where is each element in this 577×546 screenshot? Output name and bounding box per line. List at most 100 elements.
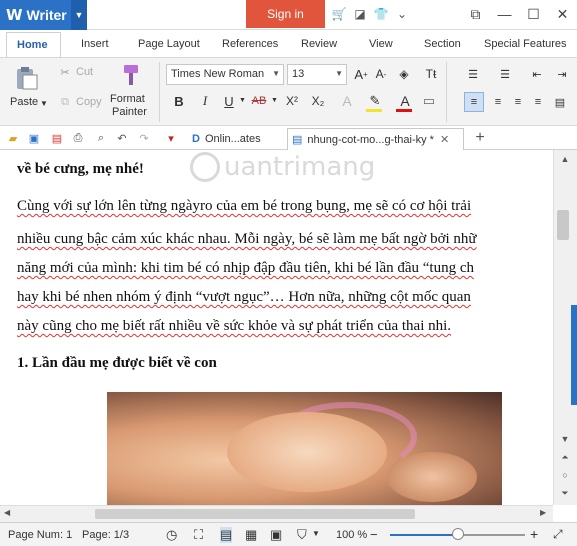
select-browse-object-icon[interactable]: ○ xyxy=(558,468,572,482)
web-view-icon[interactable]: ▣ xyxy=(270,527,282,543)
close-button[interactable]: ✕ xyxy=(548,0,577,28)
tab-special-features[interactable]: Special Features xyxy=(484,38,567,50)
prev-page-icon[interactable]: ⏶ xyxy=(558,450,572,464)
section-heading[interactable]: 1. Lần đầu mẹ được biết về con xyxy=(17,355,217,372)
align-left-button[interactable]: ≡ xyxy=(464,92,484,112)
decrease-indent-icon[interactable]: ⇤ xyxy=(528,65,546,83)
case-change-icon[interactable]: Tŧ xyxy=(421,65,441,83)
justify-button[interactable]: ≡ xyxy=(528,92,548,112)
minimize-button[interactable]: — xyxy=(490,0,519,28)
cut-icon[interactable]: ✂ xyxy=(57,64,73,80)
numbering-icon[interactable]: ☰ xyxy=(496,65,514,83)
newborn-photo[interactable] xyxy=(107,392,502,505)
scroll-thumb[interactable] xyxy=(557,210,569,240)
page-num-indicator[interactable]: Page Num: 1 xyxy=(8,529,72,541)
customize-quick-access-icon[interactable]: ▾ xyxy=(163,130,179,146)
fit-to-window-icon[interactable]: ⤢ xyxy=(553,527,563,542)
doc-tab-templates[interactable]: D Onlin...ates xyxy=(188,128,283,150)
bold-button[interactable]: B xyxy=(170,92,188,110)
skin-icon[interactable]: ◪ xyxy=(351,5,369,23)
chevron-down-icon[interactable]: ▼ xyxy=(312,529,320,538)
save-icon[interactable]: ▣ xyxy=(26,130,42,146)
shirt-icon[interactable]: 👕 xyxy=(372,5,390,23)
chevron-down-icon[interactable]: ▼ xyxy=(71,0,87,30)
char-border-icon[interactable]: ▭ xyxy=(420,92,438,110)
font-size-select[interactable]: 13 ▼ xyxy=(287,64,347,85)
doc-line[interactable]: nhiều cung bậc cảm xúc khác nhau. Mỗi ng… xyxy=(17,231,477,248)
clear-format-icon[interactable]: ◈ xyxy=(395,65,413,83)
subscript-button[interactable]: X₂ xyxy=(307,92,329,110)
doc-line[interactable]: hay khi bé nhen nhóm ý định “vượt ngục”…… xyxy=(17,289,471,306)
undo-icon[interactable]: ↶ xyxy=(114,130,130,146)
align-center-button[interactable]: ≡ xyxy=(488,92,508,112)
doc-line[interactable]: Cùng với sự lớn lên từng ngàyro của em b… xyxy=(17,198,471,215)
shrink-font-icon[interactable]: A- xyxy=(372,65,390,83)
zoom-in-icon[interactable]: + xyxy=(530,526,538,542)
revision-icon[interactable]: ◷ xyxy=(166,527,177,543)
paste-icon[interactable] xyxy=(12,64,40,92)
copy-icon[interactable]: ⧉ xyxy=(57,94,73,110)
chevron-down-icon[interactable]: ▼ xyxy=(239,97,246,104)
copy-label[interactable]: Copy xyxy=(76,96,102,108)
doc-tab-active[interactable]: ▤ nhung-cot-mo...g-thai-ky * ✕ xyxy=(287,128,464,150)
scroll-down-icon[interactable]: ▼ xyxy=(558,432,572,446)
app-menu-button[interactable]: W Writer ▼ xyxy=(0,0,87,30)
increase-indent-icon[interactable]: ⇥ xyxy=(553,65,571,83)
format-painter-label-1[interactable]: Format xyxy=(110,93,145,105)
sign-in-button[interactable]: Sign in xyxy=(246,0,325,28)
page-count-indicator[interactable]: Page: 1/3 xyxy=(82,529,129,541)
font-color-icon[interactable]: A xyxy=(396,92,414,110)
tab-page-layout[interactable]: Page Layout xyxy=(138,38,200,50)
zoom-level[interactable]: 100 % xyxy=(336,529,367,541)
tab-section[interactable]: Section xyxy=(424,38,461,50)
grow-font-icon[interactable]: A + xyxy=(352,65,370,83)
bullets-icon[interactable]: ☰ xyxy=(464,65,482,83)
distributed-button[interactable]: ▤ xyxy=(550,92,570,112)
italic-button[interactable]: I xyxy=(196,92,214,110)
export-pdf-icon[interactable]: ▤ xyxy=(49,130,65,146)
maximize-button[interactable]: ☐ xyxy=(519,0,548,28)
scroll-left-icon[interactable]: ◀ xyxy=(4,508,10,517)
tab-home[interactable]: Home xyxy=(6,32,61,57)
align-right-button[interactable]: ≡ xyxy=(508,92,528,112)
vertical-scrollbar[interactable]: ▲ ▼ ⏶ ○ ⏷ xyxy=(553,150,577,505)
format-painter-label-2[interactable]: Painter xyxy=(112,106,147,118)
tab-references[interactable]: References xyxy=(222,38,278,50)
open-folder-icon[interactable]: ▰ xyxy=(5,130,21,146)
horizontal-scrollbar[interactable]: ◀ ▶ xyxy=(0,505,553,522)
close-tab-icon[interactable]: ✕ xyxy=(440,133,449,146)
outline-view-icon[interactable]: ▦ xyxy=(245,527,257,543)
tab-review[interactable]: Review xyxy=(301,38,337,50)
hscroll-thumb[interactable] xyxy=(95,509,415,519)
doc-line[interactable]: năng mới của mình: khi tim bé có nhịp đậ… xyxy=(17,260,474,277)
reading-mode-icon[interactable]: ⛉ xyxy=(297,527,307,543)
full-screen-icon[interactable]: ⛶ xyxy=(194,527,203,543)
doc-line[interactable]: về bé cưng, mẹ nhé! xyxy=(17,161,144,178)
highlight-icon[interactable]: ✎ xyxy=(366,92,384,110)
format-painter-icon[interactable] xyxy=(114,62,142,90)
cart-icon[interactable]: 🛒 xyxy=(330,5,348,23)
underline-button[interactable]: U xyxy=(220,92,238,110)
scroll-up-icon[interactable]: ▲ xyxy=(558,152,572,166)
text-effect-icon[interactable]: A xyxy=(338,92,356,110)
tab-insert[interactable]: Insert xyxy=(81,38,109,50)
restore-layout-icon[interactable]: ⧉ xyxy=(461,0,490,28)
zoom-out-icon[interactable]: − xyxy=(370,527,378,542)
document-canvas[interactable]: uantrimang về bé cưng, mẹ nhé! Cùng với … xyxy=(0,150,553,505)
paste-label[interactable]: Paste xyxy=(10,96,38,108)
strikethrough-button[interactable]: AB xyxy=(248,92,270,110)
settings-chevron-icon[interactable]: ⌄ xyxy=(393,5,411,23)
tab-view[interactable]: View xyxy=(369,38,393,50)
superscript-button[interactable]: X² xyxy=(281,92,303,110)
zoom-slider-knob[interactable] xyxy=(451,528,464,540)
next-page-icon[interactable]: ⏷ xyxy=(558,486,572,500)
print-icon[interactable]: ⎙ xyxy=(70,130,86,146)
chevron-down-icon[interactable]: ▼ xyxy=(271,97,278,104)
font-name-select[interactable]: Times New Roman ▼ xyxy=(166,64,284,85)
paste-dropdown-icon[interactable]: ▼ xyxy=(40,99,48,108)
side-panel-handle[interactable] xyxy=(571,305,577,405)
doc-line[interactable]: này cũng cho mẹ biết rất nhiều về sức kh… xyxy=(17,318,451,335)
redo-icon[interactable]: ↷ xyxy=(136,130,152,146)
scroll-right-icon[interactable]: ▶ xyxy=(540,508,546,517)
print-preview-icon[interactable]: ⌕ xyxy=(93,130,109,146)
